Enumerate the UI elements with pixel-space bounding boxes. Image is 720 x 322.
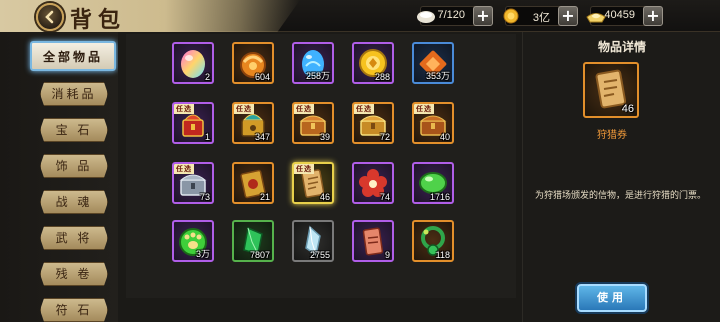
item-slot[interactable]: 2 [172, 42, 214, 84]
item-slot[interactable]: 任选 40 [412, 102, 454, 144]
tab-consumables[interactable]: 消耗品 [40, 82, 108, 106]
item-quantity: 288 [374, 72, 390, 82]
item-slot[interactable]: 任选 72 [352, 102, 394, 144]
tab-war-souls[interactable]: 战 魂 [40, 190, 108, 214]
item-slot[interactable]: 任选 347 [232, 102, 274, 144]
detail-item-description: 为狩猎场颁发的信物，是进行狩猎的门票。 [535, 191, 707, 201]
item-quantity: 1716 [429, 192, 450, 202]
gold-coin-icon [503, 8, 519, 24]
optional-badge: 任选 [294, 164, 314, 174]
item-quantity: 2 [204, 72, 210, 82]
item-detail-panel: 物品详情 46 狩猎券 为狩猎场颁发的信物，是进行狩猎的门票。 使用 [522, 32, 720, 322]
item-quantity: 46 [319, 192, 330, 202]
back-arrow-icon [45, 10, 54, 24]
page-title: 背包 [70, 7, 127, 33]
detail-item-slot: 46 [583, 62, 639, 118]
optional-badge: 任选 [174, 104, 194, 114]
tab-gems[interactable]: 宝 石 [40, 118, 108, 142]
item-slot[interactable]: 任选 39 [292, 102, 334, 144]
top-bar: 背包 7/120 + 3亿 + 40459 + [0, 0, 720, 34]
detail-title: 物品详情 [597, 40, 646, 54]
item-quantity: 21 [259, 192, 270, 202]
item-slot[interactable]: 3万 [172, 220, 214, 262]
tab-accessories[interactable]: 饰 品 [40, 154, 108, 178]
use-button[interactable]: 使用 [577, 284, 647, 312]
item-quantity: 39 [319, 132, 330, 142]
tab-generals[interactable]: 武 将 [40, 226, 108, 250]
item-slot[interactable]: 288 [352, 42, 394, 84]
tab-rune-stones[interactable]: 符 石 [40, 298, 108, 322]
item-grid-panel: 2 604 258万 288 353万 任选 1 任选 347 任选 39 任选… [118, 32, 522, 322]
item-quantity: 73 [199, 192, 210, 202]
item-quantity: 258万 [305, 71, 330, 81]
silver-counter: 40459 + [586, 6, 663, 26]
tab-fragments[interactable]: 残 卷 [40, 262, 108, 286]
item-quantity: 347 [254, 132, 270, 142]
add-silver-button[interactable]: + [643, 6, 663, 26]
item-quantity: 1 [204, 132, 210, 142]
item-quantity: 74 [379, 192, 390, 202]
capacity-counter: 7/120 + [417, 6, 493, 26]
item-quantity: 72 [379, 132, 390, 142]
item-grid: 2 604 258万 288 353万 任选 1 任选 347 任选 39 任选… [126, 34, 516, 298]
item-quantity: 40 [439, 132, 450, 142]
item-slot[interactable]: 1716 [412, 162, 454, 204]
add-gold-button[interactable]: + [558, 6, 578, 26]
optional-badge: 任选 [174, 164, 194, 174]
item-slot[interactable]: 任选 1 [172, 102, 214, 144]
add-capacity-button[interactable]: + [473, 6, 493, 26]
optional-badge: 任选 [294, 104, 314, 114]
gold-counter: 3亿 + [503, 6, 578, 26]
item-slot[interactable]: 9 [352, 220, 394, 262]
optional-badge: 任选 [234, 104, 254, 114]
detail-item-quantity: 46 [621, 103, 634, 115]
detail-item-name: 狩猎券 [597, 130, 627, 141]
back-button[interactable] [36, 3, 64, 31]
tab-all-items[interactable]: 全部物品 [30, 41, 116, 71]
item-quantity: 353万 [425, 71, 450, 81]
item-slot-selected[interactable]: 任选 46 [292, 162, 334, 204]
item-slot[interactable]: 2755 [292, 220, 334, 262]
item-slot[interactable]: 258万 [292, 42, 334, 84]
item-quantity: 604 [254, 72, 270, 82]
item-slot[interactable]: 7807 [232, 220, 274, 262]
item-quantity: 118 [435, 250, 450, 260]
item-quantity: 7807 [249, 250, 270, 260]
item-quantity: 9 [384, 250, 390, 260]
optional-badge: 任选 [354, 104, 374, 114]
item-quantity: 3万 [195, 249, 210, 259]
item-slot[interactable]: 118 [412, 220, 454, 262]
item-slot[interactable]: 353万 [412, 42, 454, 84]
item-quantity: 2755 [309, 250, 330, 260]
item-slot[interactable]: 21 [232, 162, 274, 204]
item-slot[interactable]: 74 [352, 162, 394, 204]
capacity-icon [417, 11, 435, 23]
item-slot[interactable]: 任选 73 [172, 162, 214, 204]
optional-badge: 任选 [414, 104, 434, 114]
item-slot[interactable]: 604 [232, 42, 274, 84]
